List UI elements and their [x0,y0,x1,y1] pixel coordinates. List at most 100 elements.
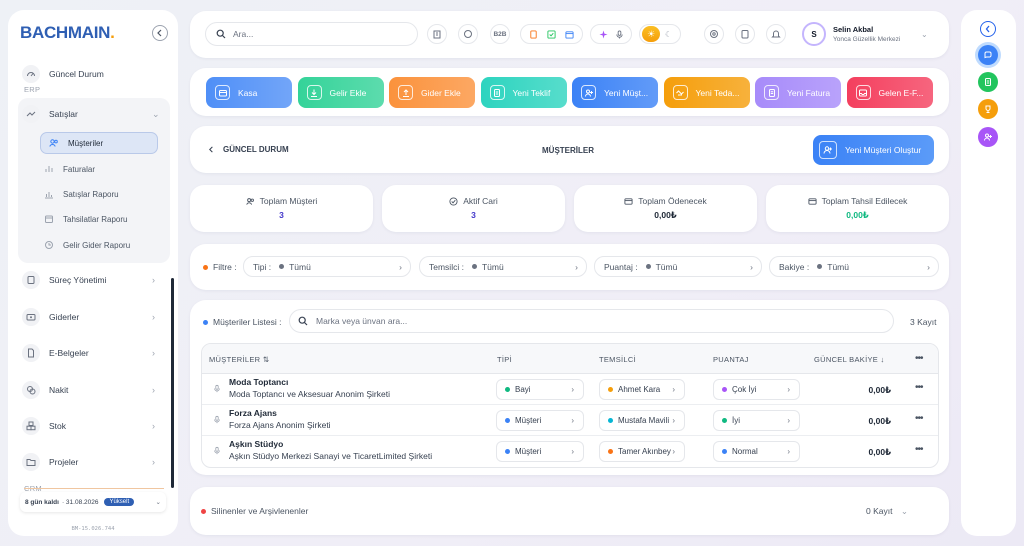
chevron-left-icon[interactable] [980,21,996,37]
filter-score[interactable]: Puantaj : Tümü › [594,256,762,277]
sidebar-subitem-label: Gelir Gider Raporu [63,240,131,250]
chevron-down-icon[interactable]: ⌄ [921,30,928,39]
filter-chip-value: Tümü [655,261,678,272]
customer-name[interactable]: Moda Toptancı [229,377,288,387]
clipboard-icon[interactable] [735,24,755,44]
trial-date: · 31.08.2026 [61,498,99,506]
representative-select[interactable]: Tamer Akınbey › [599,441,685,462]
quick-action-1[interactable]: Kasa [206,77,292,108]
rep-dot [608,418,613,423]
sidebar-item-dashboard[interactable]: Güncel Durum [22,62,104,86]
microphone-icon[interactable] [615,29,624,39]
sidebar-subitem-income-expense-report[interactable]: Gelir Gider Raporu [42,234,130,256]
sidebar-subitem-sales-report[interactable]: Satışlar Raporu [42,183,119,205]
sidebar-subitem-label: Tahsilatlar Raporu [63,214,128,224]
sidebar-item-cash[interactable]: Nakit › [22,378,155,402]
avatar[interactable]: S [802,22,826,46]
theme-toggle[interactable]: ☀ ☾ [639,24,681,44]
score-select[interactable]: Normal › [713,441,800,462]
chevron-right-icon: › [152,385,155,395]
sidebar-subitem-customers[interactable]: Müşteriler [40,132,158,154]
filter-representative[interactable]: Temsilci : Tümü › [419,256,587,277]
sidebar-item-sales[interactable]: Satışlar ⌄ [22,102,160,126]
more-icon[interactable]: ••• [915,444,923,455]
bell-icon[interactable] [766,24,786,44]
quick-action-6[interactable]: Yeni Teda... [663,77,750,108]
quick-action-label: Gider Ekle [421,87,461,98]
stat-value: 3 [471,210,476,220]
settings-icon[interactable] [704,24,724,44]
col-header-customers[interactable]: MÜŞTERİLER ⇅ [209,355,269,364]
customer-search-input[interactable]: Marka veya ünvan ara... [289,309,894,333]
logo[interactable]: BACHMAIN. [20,23,120,43]
type-select[interactable]: Müşteri › [496,441,584,462]
more-icon[interactable]: ••• [915,382,923,393]
table-row[interactable]: Aşkın Stüdyo Aşkın Stüdyo Merkezi Sanayi … [202,436,938,467]
chevron-right-icon: › [787,385,790,394]
col-header-type: TİPİ [497,355,512,364]
chevron-right-icon: › [152,312,155,322]
new-customer-button[interactable]: Yeni Müşteri Oluştur [813,135,934,165]
representative-select[interactable]: Mustafa Mavili › [599,410,685,431]
sidebar-item-edocs[interactable]: E-Belgeler › [22,341,155,365]
customer-name[interactable]: Aşkın Stüdyo [229,439,283,449]
microphone-icon[interactable] [213,415,221,424]
sidebar-item-label: Nakit [49,385,69,395]
document-icon[interactable] [529,29,538,39]
filter-balance[interactable]: Bakiye : Tümü › [769,256,939,277]
filter-chip-label: Tipi : [253,261,272,272]
quick-action-3[interactable]: Gider Ekle [389,77,475,108]
chat-icon[interactable] [978,45,998,65]
quick-action-4[interactable]: Yeni Teklif [480,77,567,108]
quick-action-2[interactable]: Gelir Ekle [297,77,384,108]
table-row[interactable]: Moda Toptancı Moda Toptancı ve Aksesuar A… [202,374,938,405]
document-icon[interactable] [978,72,998,92]
microphone-icon[interactable] [213,384,221,393]
back-link[interactable]: GÜNCEL DURUM [208,145,289,154]
filter-type[interactable]: Tipi : Tümü › [243,256,411,277]
archive-bar[interactable]: Silinenler ve Arşivlenenler 0 Kayıt ⌄ [190,487,949,535]
user-name[interactable]: Selin Akbal [833,25,873,34]
checklist-icon[interactable] [547,29,556,39]
building-icon[interactable] [427,24,447,44]
score-select[interactable]: Çok İyi › [713,379,800,400]
chevron-right-icon: › [571,447,574,456]
archive-count[interactable]: 0 Kayıt ⌄ [866,506,908,517]
representative-select[interactable]: Ahmet Kara › [599,379,685,400]
more-icon[interactable]: ••• [915,413,923,424]
user-plus-icon [819,141,837,159]
score-select[interactable]: İyi › [713,410,800,431]
trial-banner[interactable]: 8 gün kaldı · 31.08.2026 Yükselt ⌄ [20,492,166,512]
chat-icon[interactable] [458,24,478,44]
sidebar-item-label: Satışlar [49,109,78,119]
table-row[interactable]: Forza Ajans Forza Ajans Anonim Şirketi Müş… [202,405,938,436]
col-header-balance[interactable]: GÜNCEL BAKİYE ↓ [814,355,885,364]
sidebar-scrollbar[interactable] [171,278,174,488]
sidebar-subitem-collections-report[interactable]: Tahsilatlar Raporu [42,208,127,230]
microphone-icon[interactable] [213,446,221,455]
collapse-sidebar-button[interactable] [152,25,168,41]
b2b-button[interactable]: B2B [490,24,510,44]
calendar-icon[interactable] [565,30,574,39]
user-plus-icon[interactable] [978,127,998,147]
sidebar-subitem-invoices[interactable]: Faturalar [42,158,95,180]
quick-action-7[interactable]: Yeni Fatura [755,77,841,108]
boxes-icon [22,417,40,435]
type-select[interactable]: Bayi › [496,379,584,400]
type-select[interactable]: Müşteri › [496,410,584,431]
upgrade-button[interactable]: Yükselt [104,498,135,506]
trophy-icon[interactable] [978,99,998,119]
sidebar-item-expenses[interactable]: Giderler › [22,305,155,329]
quick-action-5[interactable]: Yeni Müşt... [572,77,658,108]
sparkle-icon[interactable] [598,29,608,39]
customer-name[interactable]: Forza Ajans [229,408,277,418]
sidebar-item-process[interactable]: Süreç Yönetimi › [22,268,155,292]
sidebar-item-label: Projeler [49,457,79,467]
document-icon [489,85,505,100]
sidebar-item-stock[interactable]: Stok › [22,414,155,438]
quick-action-8[interactable]: Gelen E-F... [846,77,933,108]
col-header-more[interactable]: ••• [915,353,923,364]
global-search-input[interactable]: Ara... [205,22,418,46]
sidebar-item-projects[interactable]: Projeler › [22,450,155,474]
filter-label: Filtre : [203,262,237,272]
